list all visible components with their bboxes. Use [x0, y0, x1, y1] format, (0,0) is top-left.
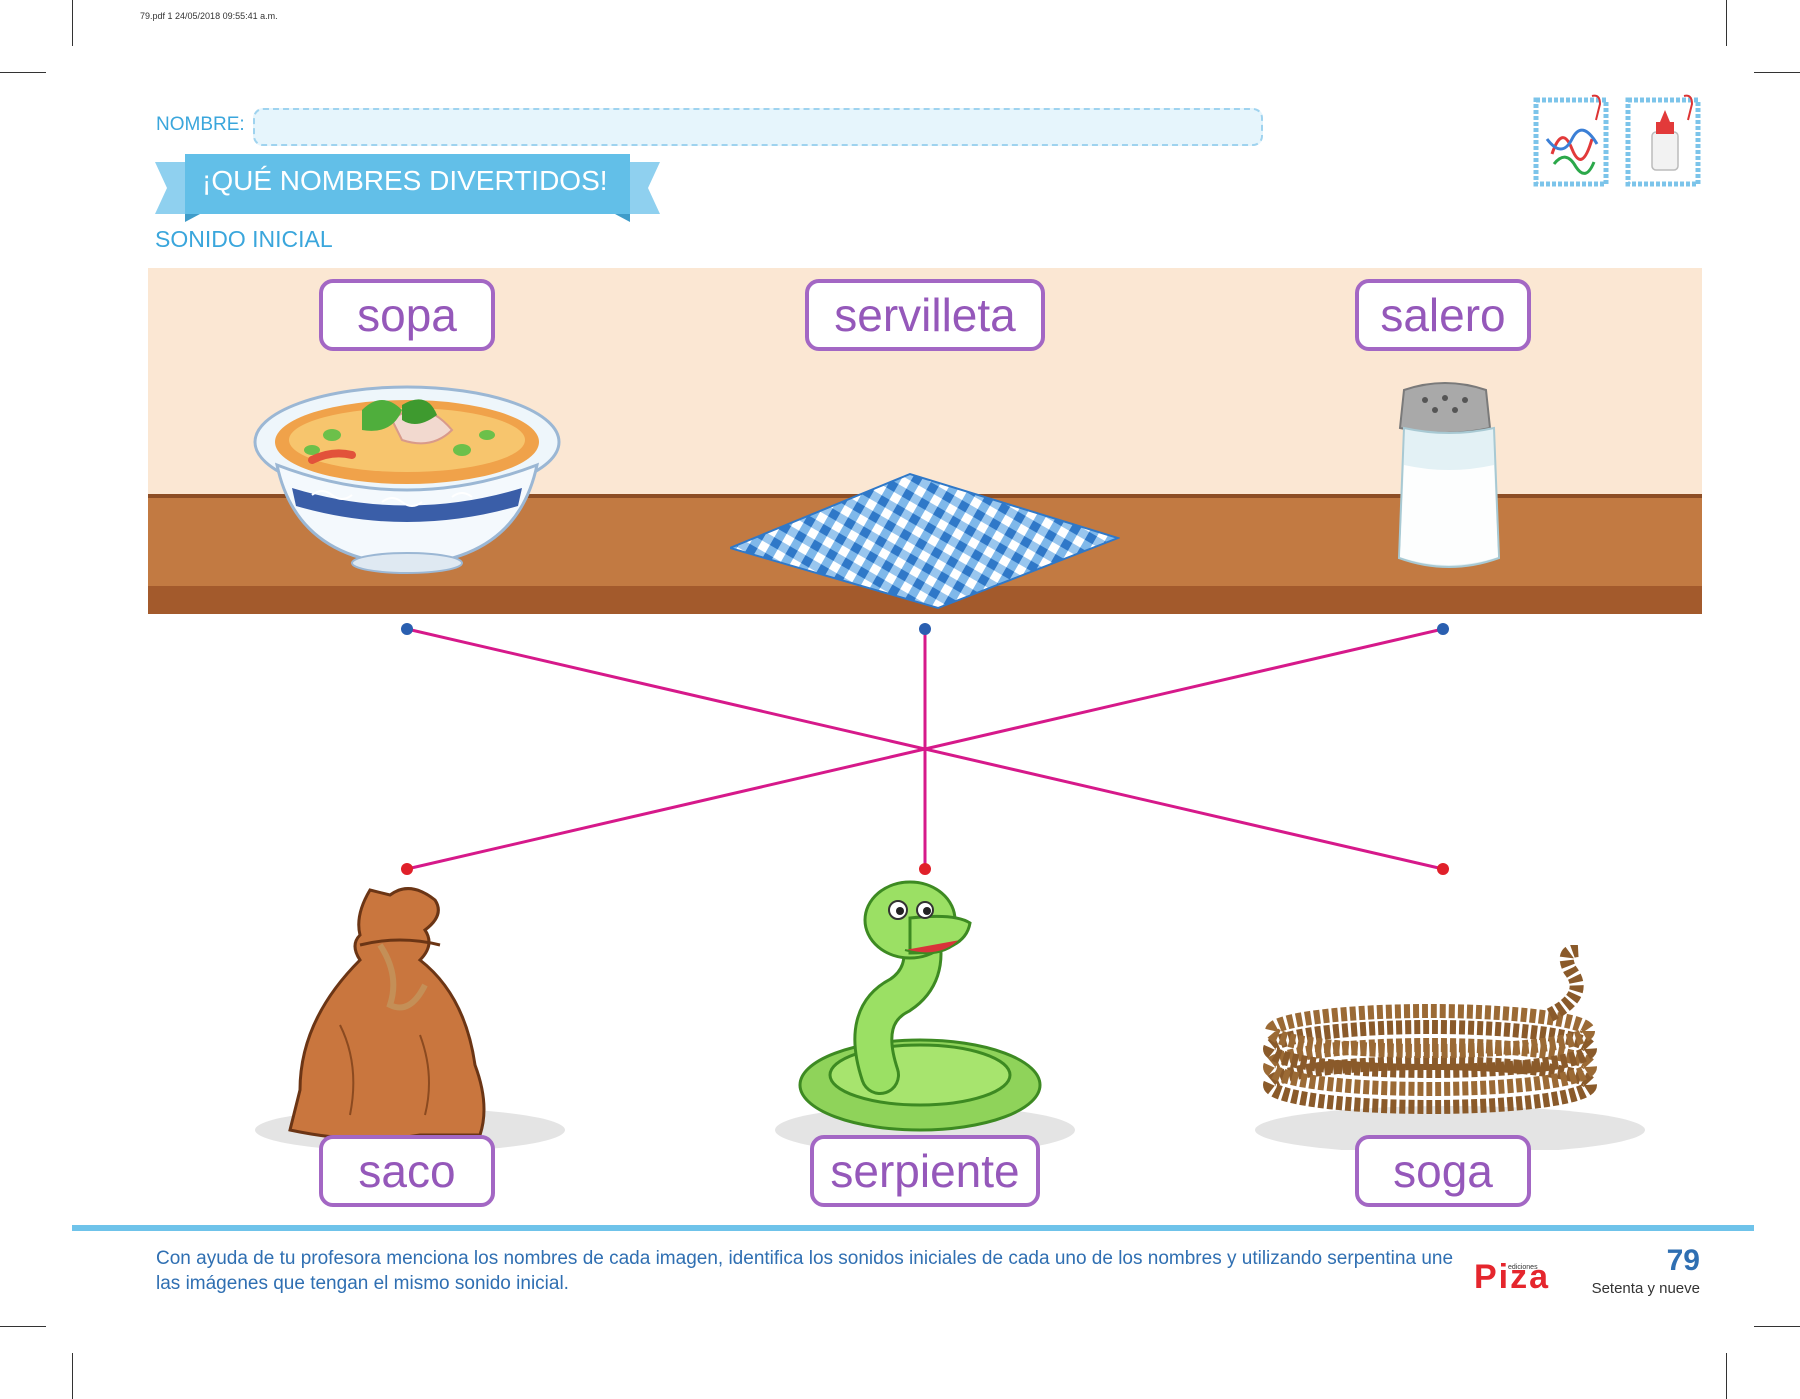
word-box-salero: salero	[1355, 279, 1531, 351]
word-box-serpiente: serpiente	[810, 1135, 1040, 1207]
footer-divider	[72, 1225, 1754, 1231]
word-box-sopa: sopa	[319, 279, 495, 351]
brand-logo: Piza	[1474, 1258, 1551, 1296]
sack-image	[255, 887, 565, 1150]
word-box-saco: saco	[319, 1135, 495, 1207]
page-number-words: Setenta y nueve	[1591, 1280, 1700, 1297]
page-number: 79	[1666, 1244, 1700, 1277]
word-box-servilleta: servilleta	[805, 279, 1045, 351]
rope-image	[1255, 945, 1645, 1150]
word-box-soga: soga	[1355, 1135, 1531, 1207]
instructions-text: Con ayuda de tu profesora menciona los n…	[156, 1248, 1454, 1294]
snake-image	[775, 880, 1075, 1150]
